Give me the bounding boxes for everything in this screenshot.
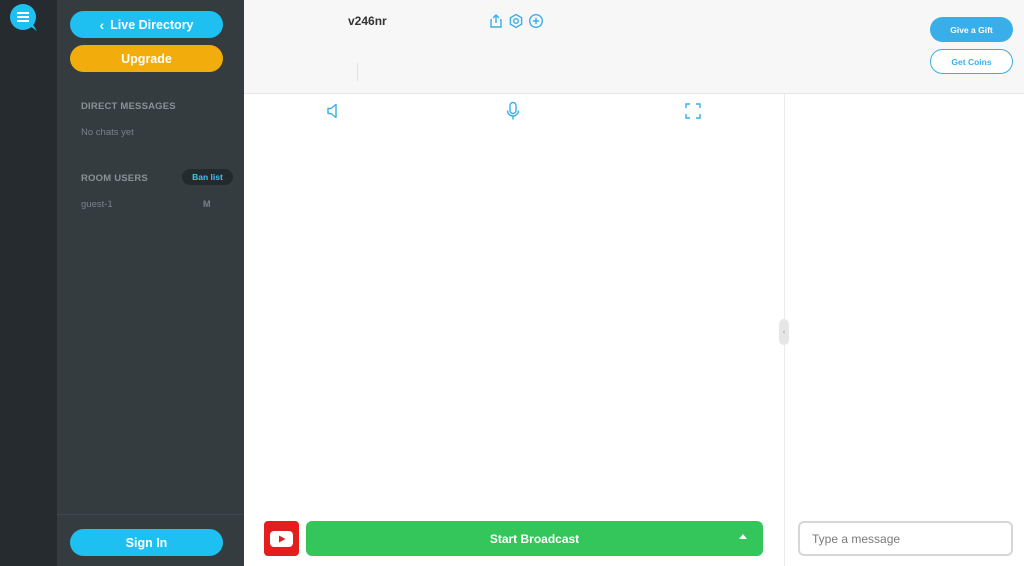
sidebar-divider bbox=[57, 514, 244, 515]
live-directory-button[interactable]: ‹ Live Directory bbox=[70, 11, 223, 38]
moderator-badge: M bbox=[203, 199, 211, 209]
room-users-title: ROOM USERS bbox=[81, 173, 148, 184]
youtube-icon bbox=[270, 530, 293, 547]
fullscreen-icon[interactable] bbox=[683, 101, 703, 121]
app-rail bbox=[0, 0, 57, 566]
speaker-icon[interactable] bbox=[324, 101, 344, 121]
direct-messages-title: DIRECT MESSAGES bbox=[81, 101, 176, 112]
menu-logo-icon[interactable] bbox=[10, 4, 38, 32]
give-gift-button[interactable]: Give a Gift bbox=[930, 17, 1013, 42]
start-broadcast-label: Start Broadcast bbox=[489, 531, 580, 546]
header-separator bbox=[357, 63, 358, 81]
ban-list-button[interactable]: Ban list bbox=[182, 169, 233, 185]
youtube-button[interactable] bbox=[264, 521, 299, 556]
sidebar: ‹ Live Directory Upgrade DIRECT MESSAGES… bbox=[57, 0, 244, 566]
share-icon[interactable] bbox=[488, 13, 504, 29]
room-name: v246nr bbox=[348, 14, 387, 28]
room-user-name[interactable]: guest-1 bbox=[81, 199, 113, 210]
start-broadcast-button[interactable]: Start Broadcast bbox=[306, 521, 763, 556]
no-chats-text: No chats yet bbox=[81, 127, 134, 138]
chevron-left-icon: ‹ bbox=[99, 16, 105, 33]
caret-up-icon[interactable] bbox=[739, 534, 747, 539]
add-icon[interactable] bbox=[528, 13, 544, 29]
live-directory-label: Live Directory bbox=[110, 17, 194, 32]
microphone-icon[interactable] bbox=[503, 101, 523, 121]
settings-icon[interactable] bbox=[508, 13, 524, 29]
upgrade-button[interactable]: Upgrade bbox=[70, 45, 223, 72]
collapse-chat-handle[interactable]: ‹ bbox=[779, 319, 789, 345]
sign-in-button[interactable]: Sign In bbox=[70, 529, 223, 556]
get-coins-button[interactable]: Get Coins bbox=[930, 49, 1013, 74]
message-input[interactable] bbox=[798, 521, 1013, 556]
room-header: v246nr Give a Gift Get Coins bbox=[244, 0, 1024, 94]
